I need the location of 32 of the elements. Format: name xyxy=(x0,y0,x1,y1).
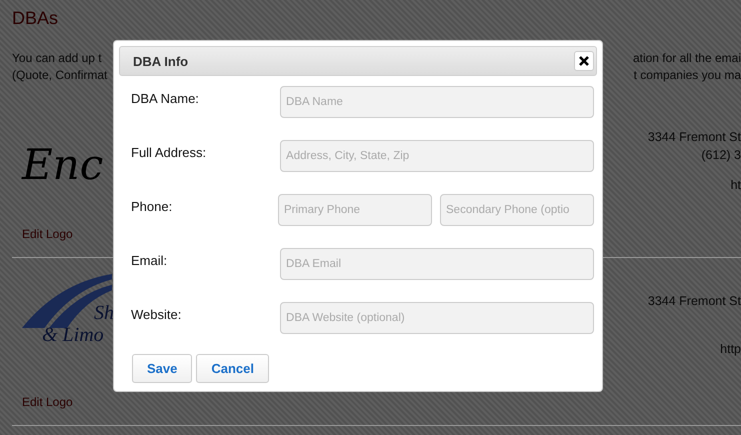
dialog-title: DBA Info xyxy=(133,54,188,68)
road-arc-icon xyxy=(22,274,112,328)
logo-text: Enc xyxy=(22,140,104,188)
cancel-button[interactable]: Cancel xyxy=(196,354,270,383)
input-field[interactable]: DBA Email xyxy=(280,248,594,280)
field-label: Full Address: xyxy=(131,144,208,160)
contact-text: ht xyxy=(730,178,741,192)
contact-text: (612) 3 xyxy=(701,148,741,162)
input-field[interactable]: DBA Website (optional) xyxy=(280,302,594,334)
input-field[interactable]: Primary Phone xyxy=(278,194,432,226)
intro-text: t companies you ma xyxy=(634,67,741,84)
close-icon xyxy=(579,56,589,66)
close-button[interactable] xyxy=(574,51,594,71)
intro-text: ation for all the emai xyxy=(632,50,741,67)
logo-text: & Limo xyxy=(42,324,104,346)
page-title: DBAs xyxy=(12,8,60,30)
field-label: Phone: xyxy=(131,198,174,214)
edit-logo-link[interactable]: Edit Logo xyxy=(22,227,73,241)
contact-text: 3344 Fremont St xyxy=(648,130,741,144)
input-field[interactable]: Secondary Phone (optio xyxy=(440,194,594,226)
logo-text: Sh xyxy=(94,302,114,324)
input-field[interactable]: DBA Name xyxy=(280,86,594,118)
contact-text: http xyxy=(720,342,741,356)
contact-text: 3344 Fremont St xyxy=(648,294,741,308)
field-label: DBA Name: xyxy=(131,90,200,106)
field-label: Email: xyxy=(131,252,168,268)
intro-text: You can add up t xyxy=(12,50,102,67)
input-field[interactable]: Address, City, State, Zip xyxy=(280,140,594,172)
save-button[interactable]: Save xyxy=(132,354,192,383)
intro-text: (Quote, Confirmat xyxy=(12,67,108,84)
edit-logo-link[interactable]: Edit Logo xyxy=(22,395,73,409)
field-label: Website: xyxy=(131,306,182,322)
